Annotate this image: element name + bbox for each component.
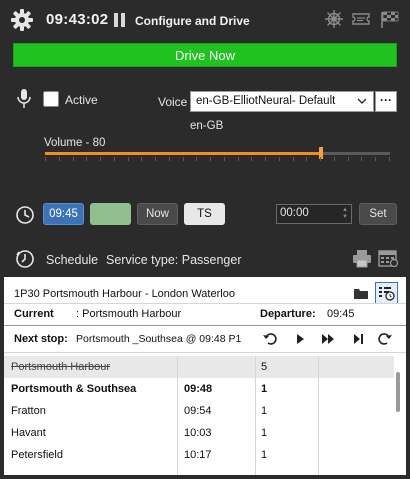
current-value: : Portsmouth Harbour [76, 308, 182, 320]
schedule-label: Schedule [46, 253, 99, 267]
volume-label: Volume - 80 [44, 137, 106, 149]
departure-value: 09:45 [327, 308, 355, 320]
table-row[interactable]: Petersfield 10:17 1 [4, 444, 394, 466]
voice-more-button[interactable]: ··· [375, 91, 397, 112]
drive-now-button[interactable]: Drive Now [13, 43, 397, 67]
stop-platform: 1 [261, 449, 268, 461]
checkered-flag-icon[interactable] [378, 9, 400, 29]
scheduled-time-button[interactable]: 09:45 [43, 203, 84, 225]
chevron-down-icon [357, 95, 367, 107]
clock-icon [15, 205, 35, 225]
column-divider [255, 356, 256, 475]
stop-time: 09:54 [184, 405, 212, 417]
ts-button[interactable]: TS [184, 203, 225, 225]
page-title: Configure and Drive [135, 14, 250, 28]
voice-select-value: en-GB-ElliotNeural- Default [196, 95, 336, 107]
ticket-icon[interactable] [350, 9, 372, 29]
time-input[interactable]: 00:00 ▲ ▼ [276, 204, 352, 224]
stop-name: Petersfield [11, 449, 63, 461]
locale-label: en-GB [190, 120, 224, 132]
divider [4, 303, 406, 304]
microphone-icon [16, 88, 32, 110]
service-type-label: Service type: Passenger [106, 253, 242, 267]
ship-wheel-icon[interactable] [323, 9, 345, 29]
table-row[interactable]: Havant 10:03 1 [4, 422, 394, 444]
set-button[interactable]: Set [359, 203, 397, 225]
stop-platform: 1 [261, 405, 268, 417]
pause-icon[interactable] [114, 13, 126, 27]
volume-slider[interactable] [45, 147, 390, 161]
timetable-button[interactable] [375, 282, 398, 304]
next-stop-label: Next stop: [14, 333, 68, 345]
schedule-panel: 1P30 Portsmouth Harbour - London Waterlo… [4, 277, 406, 475]
stop-platform: 1 [261, 427, 268, 439]
stop-name: Portsmouth Harbour [11, 361, 111, 373]
stop-platform: 5 [261, 361, 268, 373]
stop-time: 09:48 [184, 383, 213, 395]
table-row[interactable]: Fratton 09:54 1 [4, 400, 394, 422]
play-icon[interactable] [292, 331, 308, 347]
departure-label: Departure: [260, 308, 316, 320]
clock: 09:43:02 [46, 11, 109, 28]
column-divider [177, 356, 178, 475]
next-stop-value: Portsmouth _Southsea @ 09:48 P1 [76, 333, 242, 345]
volume-slider-ticks [45, 157, 390, 161]
voice-label: Voice [158, 95, 188, 109]
redo-icon[interactable] [377, 331, 393, 347]
current-label: Current [14, 308, 54, 320]
stop-platform: 1 [261, 383, 268, 395]
stop-time: 10:03 [184, 427, 212, 439]
top-bar: 09:43:02 Configure and Drive [0, 0, 410, 40]
active-label: Active [65, 93, 98, 107]
folder-icon[interactable] [353, 286, 369, 300]
time-input-value: 00:00 [280, 207, 309, 219]
spinner-icon[interactable]: ▲ ▼ [341, 207, 349, 221]
column-divider [318, 356, 319, 475]
stop-name: Portsmouth & Southsea [11, 383, 137, 395]
active-checkbox[interactable] [43, 91, 59, 107]
stop-name: Fratton [11, 405, 46, 417]
divider [4, 352, 406, 353]
scrollbar[interactable] [396, 372, 400, 412]
undo-icon[interactable] [262, 331, 278, 347]
table-row[interactable]: Portsmouth Harbour 5 [4, 356, 394, 378]
voice-select[interactable]: en-GB-ElliotNeural- Default [190, 91, 374, 112]
gear-icon[interactable] [10, 8, 34, 32]
table-row[interactable]: Portsmouth & Southsea 09:48 1 [4, 378, 394, 400]
printer-icon[interactable] [351, 248, 373, 268]
calendar-icon[interactable] [377, 248, 399, 268]
divider [4, 325, 406, 326]
schedule-icon [15, 249, 35, 269]
volume-slider-fill [45, 152, 321, 155]
skip-to-end-icon[interactable] [350, 331, 366, 347]
status-color-button[interactable] [90, 203, 131, 225]
fast-forward-icon[interactable] [320, 331, 336, 347]
now-button[interactable]: Now [137, 203, 178, 225]
stop-name: Havant [11, 427, 46, 439]
route-title: 1P30 Portsmouth Harbour - London Waterlo… [14, 288, 235, 300]
stop-time: 10:17 [184, 449, 212, 461]
